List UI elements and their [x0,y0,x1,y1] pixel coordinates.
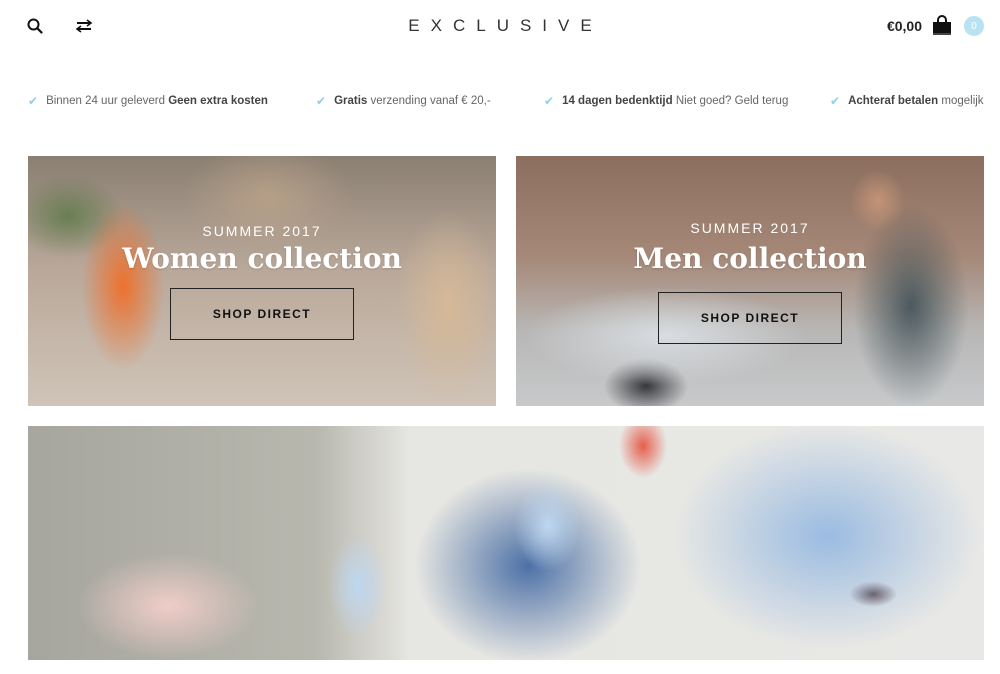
flatlay-fashion-banner[interactable] [28,426,984,660]
flatlay-photo [28,426,984,660]
usp-text: Binnen 24 uur geleverd Geen extra kosten [46,95,268,107]
usp-text: Gratis verzending vanaf € 20,- [334,95,491,107]
check-icon: ✔ [830,94,841,108]
men-banner-photo [516,156,984,406]
site-logo[interactable]: EXCLUSIVE [0,16,1000,36]
site-header: EXCLUSIVE €0,00 0 [0,0,1000,56]
men-banner-subtitle: SUMMER 2017 [690,220,810,236]
usp-item: ✔ Binnen 24 uur geleverd Geen extra kost… [28,94,268,108]
usp-item: ✔ Achteraf betalen mogelijk [830,94,984,108]
women-shop-direct-button[interactable]: SHOP DIRECT [170,288,354,340]
usp-item: ✔ Gratis verzending vanaf € 20,- [316,94,491,108]
check-icon: ✔ [544,94,555,108]
cart-count-badge[interactable]: 0 [964,16,984,36]
usp-item: ✔ 14 dagen bedenktijd Niet goed? Geld te… [544,94,788,108]
check-icon: ✔ [28,94,39,108]
women-banner-photo [28,156,496,406]
women-collection-banner[interactable]: SUMMER 2017 Women collection SHOP DIRECT [28,156,496,406]
men-banner-title: Men collection [633,242,867,275]
women-banner-title: Women collection [122,242,402,275]
usp-text: Achteraf betalen mogelijk [848,95,984,107]
cart-total[interactable]: €0,00 [887,18,922,34]
men-collection-banner[interactable]: SUMMER 2017 Men collection SHOP DIRECT [516,156,984,406]
women-banner-subtitle: SUMMER 2017 [202,223,322,239]
check-icon: ✔ [316,94,327,108]
men-shop-direct-button[interactable]: SHOP DIRECT [658,292,842,344]
usp-text: 14 dagen bedenktijd Niet goed? Geld teru… [562,95,789,107]
usp-bar: ✔ Binnen 24 uur geleverd Geen extra kost… [28,94,988,110]
shopping-bag-icon[interactable] [930,14,954,38]
